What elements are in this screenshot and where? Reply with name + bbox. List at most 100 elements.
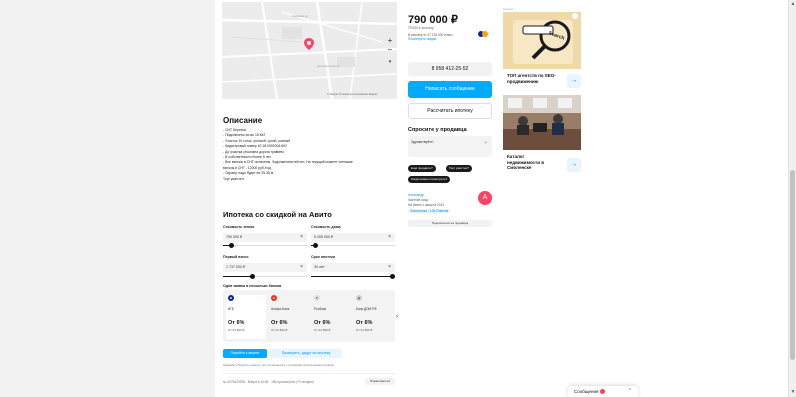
unread-dot-icon (600, 389, 606, 395)
term-value: 30 лет (314, 265, 325, 269)
bank-payment: От 24 500 ₽ (314, 328, 331, 332)
mortgage-title: Ипотека со скидкой на Авито (223, 210, 332, 219)
ask-seller-title: Спросите у продавца (408, 127, 467, 133)
slider-fill (223, 276, 253, 277)
ask-seller-text: Здравствуйте! (411, 140, 434, 144)
house-cost-value: 5 000 000 ₽ (314, 235, 334, 239)
divider (223, 373, 395, 374)
bank-name: ВТБ (228, 307, 234, 311)
write-message-button[interactable]: Написать сообщение (408, 81, 492, 98)
clear-icon[interactable]: × (300, 233, 303, 242)
office-illustration (503, 95, 581, 150)
down-payment-slider[interactable] (223, 274, 307, 279)
slider-knob[interactable] (390, 274, 395, 279)
zoom-in-button[interactable]: + (385, 36, 395, 45)
mortgage-disclaimer[interactable]: Нажимая «Перейти к анкете», вы соглашает… (223, 363, 334, 367)
bank-card[interactable]: А Альфа-Банк От 6% От 24 500 ₽ (269, 295, 309, 339)
down-payment-label: Первый взнос (223, 255, 249, 259)
seller-since: На Авито с августа 2013 (408, 203, 445, 207)
messenger-widget[interactable]: Сообщения ⌃ (568, 386, 638, 397)
chevron-up-icon[interactable]: ⌃ (628, 386, 632, 397)
term-slider[interactable] (311, 274, 395, 279)
seller-badge: Экспертиза · 128 Ответов (408, 209, 451, 213)
clear-icon[interactable]: × (388, 263, 391, 272)
bank-logo-icon (482, 31, 488, 37)
ad-banner-seo[interactable]: Search (503, 12, 581, 69)
description-text: - СНТ Березка. - Подключено эл-во 15 КвТ… (223, 128, 403, 182)
zoom-out-button[interactable]: − (385, 45, 395, 54)
banks-title: Одна заявка в несколько банков (223, 284, 282, 288)
description-line: Торг уместен. (223, 176, 245, 181)
term-input[interactable]: 30 лет × (311, 263, 395, 272)
bank-rate: От 6% (314, 320, 331, 326)
land-cost-value: 790 000 ₽ (226, 235, 243, 239)
scroll-up-icon[interactable]: ▲ (790, 1, 796, 7)
ad-title[interactable]: Каталог недвижимости в Смоленске (507, 154, 557, 171)
house-cost-slider[interactable] (311, 243, 395, 248)
bank-rate: От 6% (271, 320, 288, 326)
show-phone-button[interactable]: 8 958 412-25-52 (408, 62, 492, 76)
arrow-right-icon[interactable]: → (567, 158, 581, 172)
clear-icon[interactable]: × (388, 233, 391, 242)
bank-logo-icon: В (228, 295, 234, 301)
land-cost-label: Стоимость земли (223, 225, 255, 229)
bank-payment: От 24 500 ₽ (356, 328, 373, 332)
price: 790 000 ₽ (408, 14, 458, 26)
ad-banner-realty[interactable] (503, 95, 581, 150)
clear-icon[interactable]: × (300, 263, 303, 272)
ad-title[interactable]: ТОП агентств по SEO-продвижению (507, 73, 567, 84)
bank-card[interactable]: Р Росбанк От 6% От 24 500 ₽ (312, 295, 352, 339)
send-icon[interactable]: ➤ (484, 140, 488, 146)
house-cost-label: Стоимость дома (311, 225, 341, 229)
chevron-right-icon[interactable]: › (396, 314, 398, 320)
bank-card[interactable]: В ВТБ От 6% От 24 500 ₽ (226, 295, 266, 339)
price-per-unit: 79 000 ₽ за сотку (408, 26, 434, 30)
locate-icon[interactable]: ▾ (385, 58, 395, 67)
bank-name: Альфа-Банк (271, 307, 290, 311)
check-mortgage-button[interactable]: Проверить, дадут ли ипотеку (270, 349, 342, 358)
complain-button[interactable]: Пожаловаться (365, 378, 395, 385)
scroll-thumb[interactable] (790, 170, 795, 360)
bank-logo-icon: А (271, 295, 277, 301)
mortgage-offer-link[interactable]: Посмотреть скидки (408, 37, 436, 41)
map-roads (222, 2, 397, 99)
land-cost-input[interactable]: 790 000 ₽ × (223, 233, 307, 242)
house-cost-input[interactable]: 5 000 000 ₽ × (311, 233, 395, 242)
avatar[interactable]: А (478, 191, 492, 205)
listing-meta: № 4076420936 · Вчера в 16:48 · 186 просм… (223, 380, 314, 384)
arrow-right-icon[interactable]: → (567, 74, 581, 88)
calc-mortgage-button[interactable]: Рассчитать ипотеку (408, 103, 492, 119)
bank-card[interactable]: Д Банк ДОМ.РФ От 6% От 24 500 ₽ (354, 295, 394, 339)
down-payment-value: 1 737 000 ₽ (226, 265, 246, 269)
apply-form-button[interactable]: Перейти к анкете (223, 349, 267, 358)
subscribe-seller-button[interactable]: Подписаться на продавца (408, 220, 492, 227)
ad-label: Реклама (503, 8, 514, 11)
map-zoom-controls: + − ▾ (385, 36, 395, 67)
location-map[interactable]: Садовая ул. Центральная ул. (222, 2, 397, 99)
bank-rate: От 6% (228, 320, 245, 326)
description-title: Описание (223, 116, 263, 125)
quick-question-chip[interactable]: Торг уместен? (446, 165, 472, 172)
slider-knob[interactable] (249, 274, 255, 279)
page-scrollbar[interactable]: ▲ ▼ (788, 0, 796, 397)
land-cost-slider[interactable] (223, 243, 307, 248)
map-street-label: Центральная ул. (317, 64, 341, 68)
seller-name[interactable]: Александр (408, 193, 424, 197)
down-payment-input[interactable]: 1 737 000 ₽ × (223, 263, 307, 272)
seller-type: Частное лицо (408, 198, 429, 202)
slider-knob[interactable] (228, 243, 234, 248)
slider-fill (311, 276, 395, 277)
quick-question-chip[interactable]: Ещё продаёте? (408, 165, 436, 172)
map-attribution[interactable]: © Яндекс Условия использования Яндекс (327, 93, 377, 96)
slider-knob[interactable] (312, 243, 318, 248)
bank-rate: От 6% (356, 320, 373, 326)
scroll-down-icon[interactable]: ▼ (790, 389, 796, 395)
bank-name: Банк ДОМ.РФ (356, 307, 377, 311)
term-label: Срок ипотеки (311, 255, 336, 259)
magnifier-illustration (503, 12, 581, 69)
bank-payment: От 24 500 ₽ (271, 328, 288, 332)
bank-logo-icon: Д (356, 295, 362, 301)
messenger-label: Сообщения (574, 389, 599, 394)
ask-seller-input[interactable]: Здравствуйте! ➤ (408, 136, 492, 157)
quick-question-chip[interactable]: Когда можно посмотреть? (408, 176, 451, 183)
